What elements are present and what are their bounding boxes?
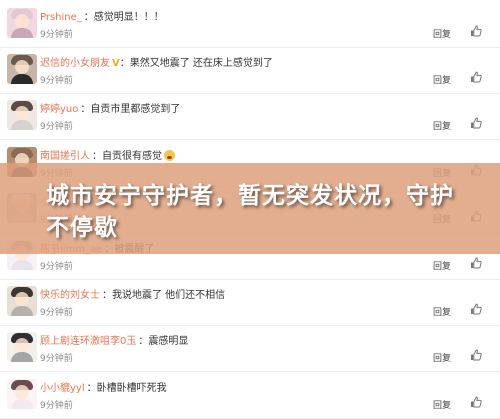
reply-button[interactable]: 回复 xyxy=(433,351,451,364)
avatar[interactable] xyxy=(7,54,37,84)
emoji-icon xyxy=(164,150,175,161)
comment-time: 9分钟前 xyxy=(40,308,73,318)
comment-row: 顾上剧连环激咀李0玉 ：震感明显 9分钟前 回复 xyxy=(0,324,500,372)
comment-line: 南国搓引人 ：自贡很有感觉 xyxy=(40,147,175,162)
avatar[interactable] xyxy=(7,286,37,316)
thumbs-up-icon[interactable] xyxy=(470,25,482,37)
name-separator: ： xyxy=(119,58,130,69)
comment-time: 9分钟前 xyxy=(40,122,73,132)
comment-line: 小小貔yyl ：卧槽卧槽吓死我 xyxy=(40,379,167,394)
comment-time: 9分钟前 xyxy=(40,30,73,40)
thumbs-up-icon[interactable] xyxy=(470,396,482,408)
commenter-name[interactable]: 快乐的刘女士 xyxy=(40,290,100,301)
avatar[interactable] xyxy=(7,379,37,409)
commenter-name[interactable]: 南国搓引人 xyxy=(40,151,90,162)
comment-text: 我说地震了 他们还不相信 xyxy=(112,290,226,301)
name-separator: ： xyxy=(80,104,91,115)
reply-button[interactable]: 回复 xyxy=(433,27,451,40)
comment-text: 自贡很有感觉 xyxy=(102,151,162,162)
avatar[interactable] xyxy=(7,8,37,38)
commenter-name[interactable]: 迟信的小女朋友 xyxy=(40,58,110,69)
comment-text: 自贡市里都感觉到了 xyxy=(90,104,181,115)
comment-row: 迟信的小女朋友 V：果然又地震了 还在床上感觉到了 9分钟前 回复 xyxy=(0,46,500,94)
comment-text: 卧槽卧槽吓死我 xyxy=(96,383,167,394)
vip-badge-icon: V xyxy=(112,58,120,69)
comment-text: 感觉明显！！！ xyxy=(93,12,164,23)
reply-button[interactable]: 回复 xyxy=(433,398,451,411)
comment-row: Prshine_ ：感觉明显！！！ 9分钟前 回复 xyxy=(0,0,500,48)
comment-line: 迟信的小女朋友 V：果然又地震了 还在床上感觉到了 xyxy=(40,54,273,69)
thumbs-up-icon[interactable] xyxy=(470,349,482,361)
name-separator: ： xyxy=(138,336,149,347)
comment-time: 9分钟前 xyxy=(40,401,73,411)
name-separator: ： xyxy=(92,151,102,162)
name-separator: ： xyxy=(86,383,97,394)
reply-button[interactable]: 回复 xyxy=(433,259,451,272)
comment-text: 震感明显 xyxy=(148,336,189,347)
comment-time: 9分钟前 xyxy=(40,76,73,86)
reply-button[interactable]: 回复 xyxy=(433,119,451,132)
banner-title: 城市安宁守护者，暂无突发状况，守护不停歇 xyxy=(46,183,454,241)
thumbs-up-icon[interactable] xyxy=(470,303,482,315)
comment-row: 快乐的刘女士 ：我说地震了 他们还不相信 9分钟前 回复 xyxy=(0,278,500,326)
commenter-name[interactable]: 婷婷yuo xyxy=(40,104,78,115)
avatar[interactable] xyxy=(7,332,37,362)
avatar[interactable] xyxy=(7,100,37,130)
name-separator: ： xyxy=(83,12,94,23)
commenter-name[interactable]: 小小貔yyl xyxy=(40,383,85,394)
comment-text: 果然又地震了 还在床上感觉到了 xyxy=(129,58,273,69)
comment-line: 婷婷yuo ：自贡市里都感觉到了 xyxy=(40,100,180,115)
comment-time: 9分钟前 xyxy=(40,262,73,272)
comment-row: 小小貔yyl ：卧槽卧槽吓死我 9分钟前 回复 xyxy=(0,371,500,419)
commenter-name[interactable]: 顾上剧连环激咀李0玉 xyxy=(40,336,136,347)
comment-line: 快乐的刘女士 ：我说地震了 他们还不相信 xyxy=(40,286,225,301)
reply-button[interactable]: 回复 xyxy=(433,305,451,318)
thumbs-up-icon[interactable] xyxy=(470,71,482,83)
reply-button[interactable]: 回复 xyxy=(433,73,451,86)
comment-line: 顾上剧连环激咀李0玉 ：震感明显 xyxy=(40,332,188,347)
comment-time: 9分钟前 xyxy=(40,354,73,364)
commenter-name[interactable]: Prshine_ xyxy=(40,12,82,23)
thumbs-up-icon[interactable] xyxy=(470,257,482,269)
comment-line: Prshine_ ：感觉明显！！！ xyxy=(40,8,164,23)
comment-row: 婷婷yuo ：自贡市里都感觉到了 9分钟前 回复 xyxy=(0,92,500,140)
thumbs-up-icon[interactable] xyxy=(470,117,482,129)
name-separator: ： xyxy=(102,290,112,301)
